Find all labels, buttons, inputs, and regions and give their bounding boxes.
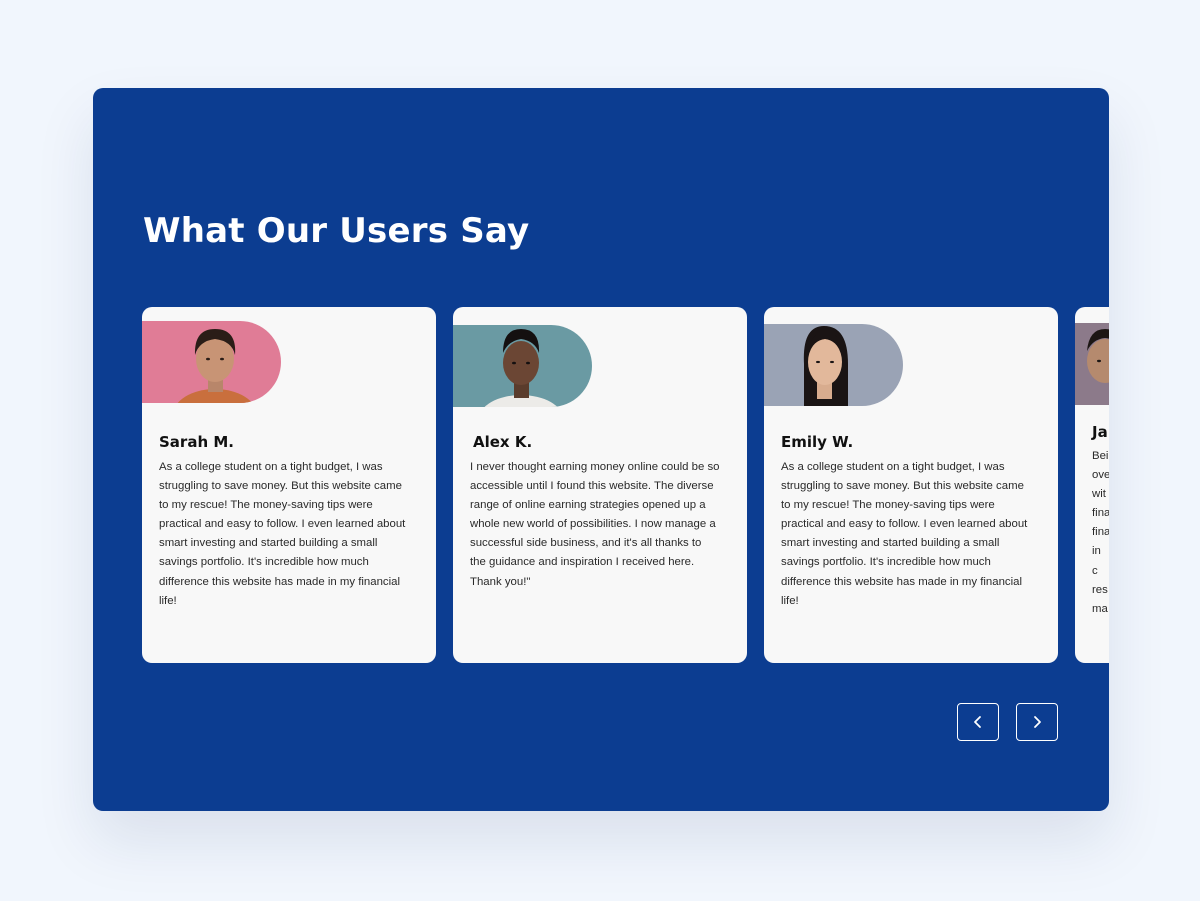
avatar: [764, 324, 903, 406]
testimonial-name: Ja: [1092, 423, 1108, 441]
prev-button[interactable]: [957, 703, 999, 741]
testimonial-card: Alex K. I never thought earning money on…: [453, 307, 747, 663]
avatar: [142, 321, 281, 403]
section-title: What Our Users Say: [143, 211, 530, 251]
testimonial-quote: As a college student on a tight budget, …: [781, 461, 1028, 607]
testimonial-quote: As a college student on a tight budget, …: [159, 461, 406, 607]
chevron-right-icon: [1034, 716, 1041, 728]
testimonial-quote: Bei ove wit fina fina in c res ma: [1092, 450, 1109, 615]
testimonial-card: Sarah M. As a college student on a tight…: [142, 307, 436, 663]
testimonial-card: Emily W. As a college student on a tight…: [764, 307, 1058, 663]
testimonial-name: Sarah M.: [159, 433, 234, 451]
next-button[interactable]: [1016, 703, 1058, 741]
avatar: [453, 325, 592, 407]
testimonial-card: Ja Bei ove wit fina fina in c res ma: [1075, 307, 1109, 663]
testimonial-name: Emily W.: [781, 433, 854, 451]
testimonials-panel: What Our Users Say Sarah M. As a college…: [93, 88, 1109, 811]
testimonial-quote: I never thought earning money online cou…: [470, 461, 720, 588]
testimonial-name: Alex K.: [473, 433, 533, 451]
avatar: [1075, 323, 1109, 405]
chevron-left-icon: [974, 716, 981, 728]
